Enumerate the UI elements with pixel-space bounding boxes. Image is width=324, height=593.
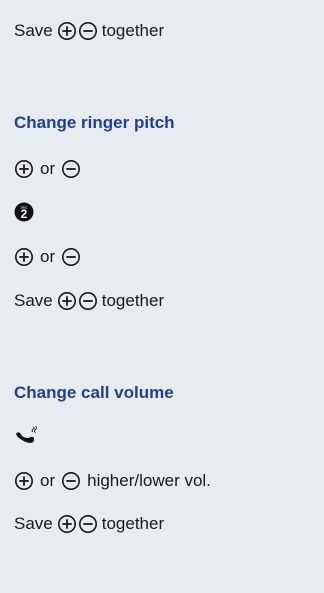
plus-or-minus-line: or bbox=[14, 246, 81, 268]
plus-key-icon bbox=[14, 471, 34, 491]
together-label: together bbox=[101, 514, 165, 533]
plus-key-icon bbox=[14, 247, 34, 267]
save-label: Save bbox=[14, 514, 53, 533]
plus-key-icon bbox=[57, 514, 77, 534]
minus-key-icon bbox=[78, 21, 98, 41]
plus-or-minus-line: or bbox=[14, 158, 81, 180]
save-together-line: Save together bbox=[14, 513, 164, 535]
or-label: or bbox=[40, 159, 56, 178]
plus-key-icon bbox=[57, 291, 77, 311]
save-label: Save bbox=[14, 21, 53, 40]
digit-2-key-icon: abc 2 bbox=[14, 202, 34, 222]
minus-key-icon bbox=[78, 291, 98, 311]
save-together-line: Save together bbox=[14, 290, 164, 312]
volume-adjust-line: or higher/lower vol. bbox=[14, 470, 211, 492]
or-label: or bbox=[40, 471, 56, 490]
together-label: together bbox=[101, 291, 165, 310]
ringer-pitch-heading: Change ringer pitch bbox=[14, 113, 175, 132]
minus-key-icon bbox=[61, 247, 81, 267]
or-label: or bbox=[40, 247, 56, 266]
plus-key-icon bbox=[14, 159, 34, 179]
instruction-panel: Save together Change ringer pitch or abc bbox=[0, 0, 324, 593]
handset-icon bbox=[14, 425, 40, 445]
higher-lower-label: higher/lower vol. bbox=[87, 471, 211, 490]
key-digit-text: 2 bbox=[21, 207, 28, 221]
handset-line bbox=[14, 425, 40, 445]
call-volume-heading: Change call volume bbox=[14, 383, 174, 402]
minus-key-icon bbox=[61, 159, 81, 179]
together-label: together bbox=[101, 21, 165, 40]
minus-key-icon bbox=[61, 471, 81, 491]
minus-key-icon bbox=[78, 514, 98, 534]
plus-key-icon bbox=[57, 21, 77, 41]
save-together-line: Save together bbox=[14, 20, 164, 42]
key-2-line: abc 2 bbox=[14, 202, 34, 222]
save-label: Save bbox=[14, 291, 53, 310]
